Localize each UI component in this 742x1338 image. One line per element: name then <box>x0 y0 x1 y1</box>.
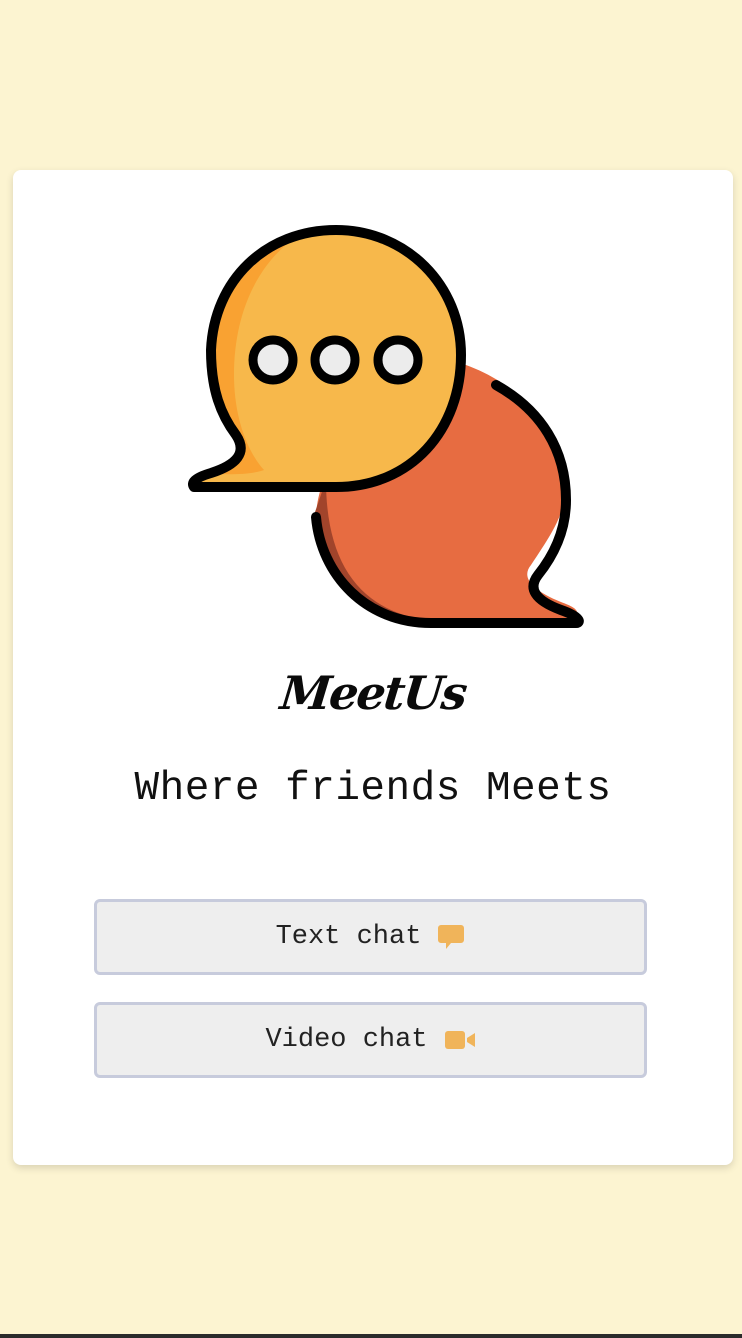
text-chat-label: Text chat <box>275 922 422 952</box>
video-camera-icon <box>444 1028 476 1052</box>
tagline: Where friends Meets <box>134 766 612 812</box>
brand-name: MeetUs <box>277 666 469 720</box>
dot-icon <box>373 335 423 385</box>
video-chat-label: Video chat <box>265 1025 428 1055</box>
dot-icon <box>248 335 298 385</box>
bottom-bar <box>0 1334 742 1338</box>
comment-icon <box>437 923 465 951</box>
logo-graphic <box>188 225 584 628</box>
text-chat-button[interactable]: Text chat <box>94 899 647 975</box>
video-chat-button[interactable]: Video chat <box>94 1002 647 1078</box>
welcome-card: MeetUs Where friends Meets Text chat Vid… <box>13 170 733 1165</box>
speech-bubbles-logo <box>176 225 596 645</box>
dot-icon <box>310 335 360 385</box>
